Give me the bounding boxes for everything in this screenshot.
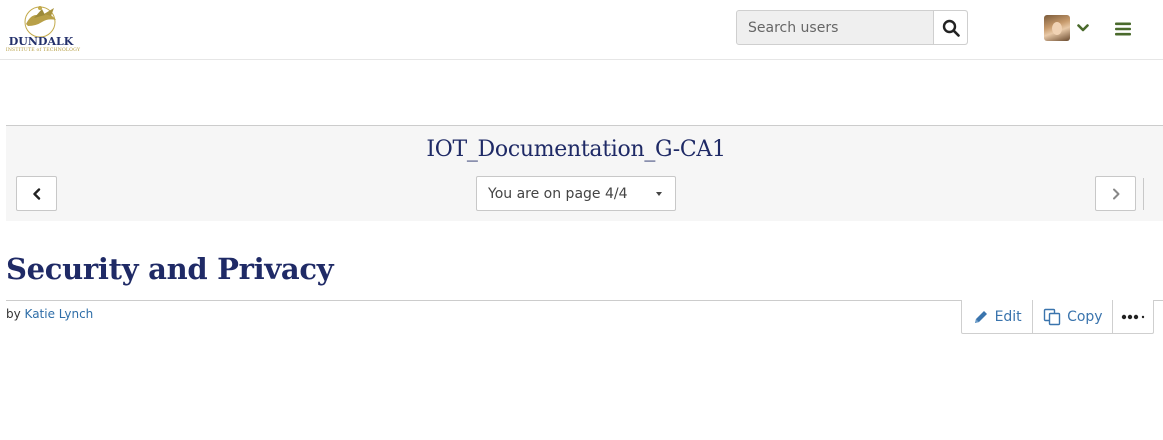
edit-label: Edit <box>994 308 1022 325</box>
more-actions-button[interactable] <box>1113 300 1153 333</box>
hamburger-menu-icon <box>1115 22 1131 36</box>
user-search <box>736 10 968 45</box>
page-actions: Edit Copy <box>961 300 1154 334</box>
main-menu-button[interactable] <box>1110 17 1136 41</box>
document-title: IOT_Documentation_G-CA1 <box>426 137 726 162</box>
chevron-down-icon <box>1077 24 1089 32</box>
copy-label: Copy <box>1067 308 1103 325</box>
page-selector[interactable]: You are on page 4/4 <box>476 176 676 211</box>
author-link[interactable]: Katie Lynch <box>25 307 94 321</box>
next-page-button[interactable] <box>1095 176 1136 211</box>
byline: by Katie Lynch <box>6 307 93 321</box>
page-selector-value: You are on page 4/4 <box>488 185 628 202</box>
page-navigation: IOT_Documentation_G-CA1 You are on page … <box>6 125 1163 221</box>
pencil-icon <box>974 310 987 323</box>
page-title: Security and Privacy <box>6 252 334 286</box>
chevron-left-icon <box>32 187 40 200</box>
logo-subtitle: INSTITUTE of TECHNOLOGY <box>5 48 81 53</box>
copy-button[interactable]: Copy <box>1033 300 1114 333</box>
search-icon <box>942 19 960 37</box>
edit-button[interactable]: Edit <box>962 300 1034 333</box>
avatar <box>1044 15 1070 41</box>
chevron-right-icon <box>1112 188 1119 199</box>
top-header: DUNDALK INSTITUTE of TECHNOLOGY <box>0 0 1163 60</box>
caret-down-icon <box>656 192 662 196</box>
copy-icon <box>1043 308 1061 325</box>
search-input[interactable] <box>737 11 933 44</box>
more-dots-icon <box>1121 314 1145 319</box>
user-menu-toggle[interactable] <box>1044 14 1094 42</box>
dundalk-logo[interactable]: DUNDALK INSTITUTE of TECHNOLOGY <box>4 4 81 54</box>
crest-icon <box>24 6 56 38</box>
logo-wordmark: DUNDALK <box>8 35 74 48</box>
search-button[interactable] <box>933 11 967 44</box>
nav-divider <box>1143 178 1144 210</box>
previous-page-button[interactable] <box>16 176 57 211</box>
byline-prefix: by <box>6 307 21 321</box>
